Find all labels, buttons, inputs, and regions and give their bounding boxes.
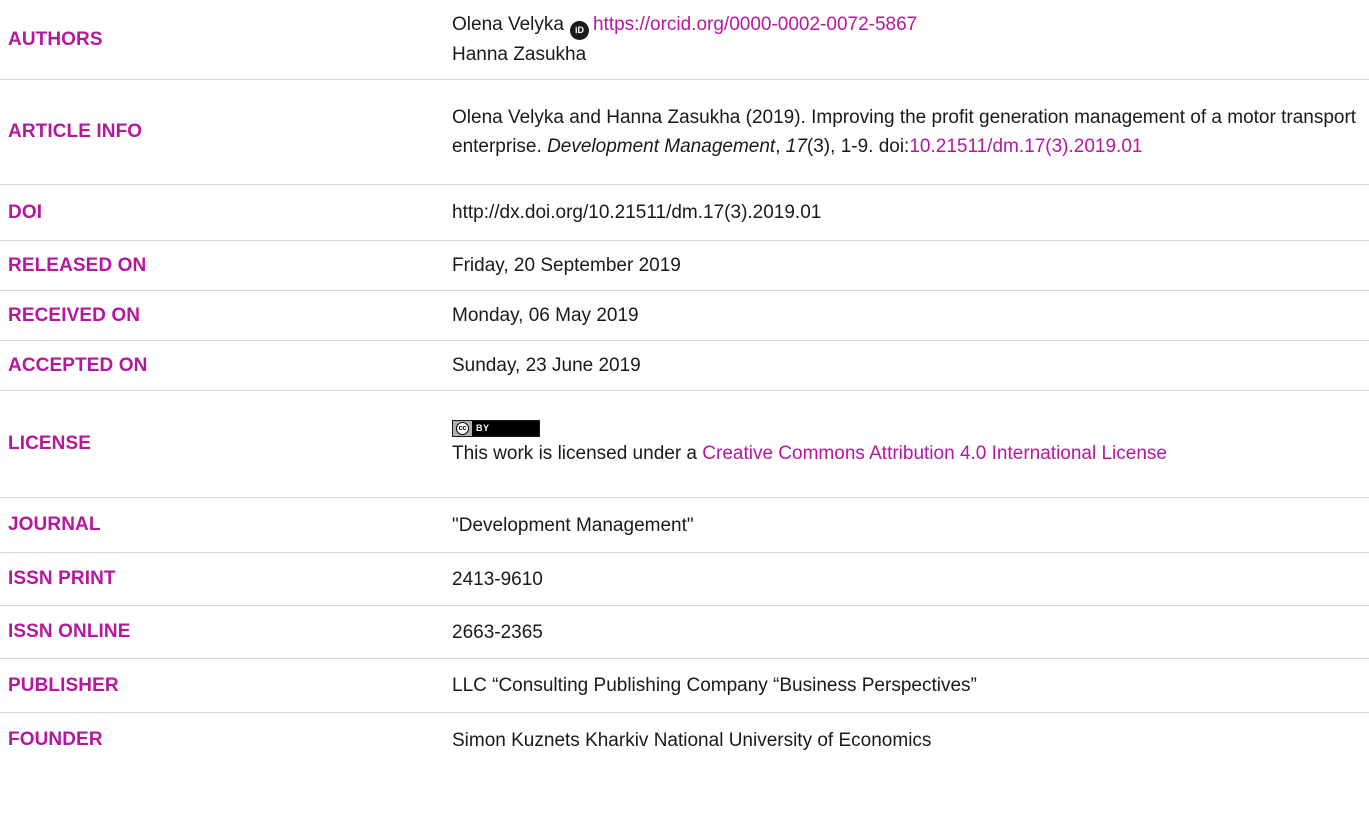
row-license: LICENSE cc BY This work is licensed unde… — [0, 391, 1369, 498]
founder-value: Simon Kuznets Kharkiv National Universit… — [452, 729, 932, 751]
issn-print-label: ISSN PRINT — [8, 568, 116, 589]
received-on-label: RECEIVED ON — [8, 304, 141, 326]
orcid-icon[interactable]: iD — [569, 21, 589, 40]
issn-print-value: 2413-9610 — [452, 568, 543, 590]
journal-value: "Development Management" — [452, 514, 694, 536]
accepted-on-label: ACCEPTED ON — [8, 354, 148, 376]
author-2-name: Hanna Zasukha — [452, 44, 587, 65]
row-journal: JOURNAL "Development Management" — [0, 498, 1369, 553]
row-received-on: RECEIVED ON Monday, 06 May 2019 — [0, 291, 1369, 341]
article-info-label: ARTICLE INFO — [8, 121, 143, 142]
row-issn-print: ISSN PRINT 2413-9610 — [0, 553, 1369, 606]
doi-label: DOI — [8, 201, 43, 223]
license-value: cc BY This work is licensed under a Crea… — [452, 391, 1369, 497]
author-1: Olena Velyka iD https://orcid.org/0000-000… — [452, 10, 1359, 40]
license-link[interactable]: Creative Commons Attribution 4.0 Interna… — [702, 443, 1167, 464]
license-label: LICENSE — [8, 433, 92, 454]
received-on-value: Monday, 06 May 2019 — [452, 305, 639, 326]
row-publisher: PUBLISHER LLC “Consulting Publishing Com… — [0, 659, 1369, 713]
cc-circle-icon: cc — [456, 422, 469, 435]
journal-label: JOURNAL — [8, 514, 101, 535]
authors-value: Olena Velyka iD https://orcid.org/0000-000… — [452, 0, 1369, 79]
accepted-on-value: Sunday, 23 June 2019 — [452, 355, 641, 376]
founder-label: FOUNDER — [8, 729, 103, 750]
citation-doi-link[interactable]: 10.21511/dm.17(3).2019.01 — [909, 136, 1142, 157]
article-citation: Olena Velyka and Hanna Zasukha (2019). I… — [452, 103, 1359, 161]
released-on-value: Friday, 20 September 2019 — [452, 255, 681, 276]
citation-issue: (3), — [806, 136, 836, 157]
citation-journal: Development Management — [547, 136, 776, 157]
author-1-name: Olena Velyka — [452, 14, 564, 35]
publisher-value: LLC “Consulting Publishing Company “Busi… — [452, 675, 977, 696]
citation-volume: 17 — [785, 136, 807, 157]
row-accepted-on: ACCEPTED ON Sunday, 23 June 2019 — [0, 341, 1369, 391]
citation-pages: 1-9. doi: — [840, 136, 910, 157]
row-authors: AUTHORS Olena Velyka iD https://orcid.org/… — [0, 0, 1369, 80]
article-info-value: Olena Velyka and Hanna Zasukha (2019). I… — [452, 80, 1369, 184]
issn-online-value: 2663-2365 — [452, 621, 543, 643]
row-article-info: ARTICLE INFO Olena Velyka and Hanna Zasu… — [0, 80, 1369, 185]
doi-value: http://dx.doi.org/10.21511/dm.17(3).2019… — [452, 202, 822, 223]
author-1-orcid-link[interactable]: https://orcid.org/0000-0002-0072-5867 — [593, 14, 917, 35]
row-released-on: RELEASED ON Friday, 20 September 2019 — [0, 241, 1369, 291]
citation-comma: , — [775, 136, 781, 157]
article-metadata-table: AUTHORS Olena Velyka iD https://orcid.org/… — [0, 0, 1369, 767]
cc-logo: cc — [453, 421, 472, 436]
license-prefix: This work is licensed under a — [452, 443, 697, 464]
license-text: This work is licensed under a Creative C… — [452, 439, 1359, 468]
row-issn-online: ISSN ONLINE 2663-2365 — [0, 606, 1369, 659]
authors-label: AUTHORS — [8, 28, 103, 50]
cc-by-badge-icon[interactable]: cc BY — [452, 420, 540, 437]
issn-online-label: ISSN ONLINE — [8, 621, 131, 642]
publisher-label: PUBLISHER — [8, 674, 119, 696]
row-doi: DOI http://dx.doi.org/10.21511/dm.17(3).… — [0, 185, 1369, 241]
row-founder: FOUNDER Simon Kuznets Kharkiv National U… — [0, 713, 1369, 767]
released-on-label: RELEASED ON — [8, 254, 147, 276]
